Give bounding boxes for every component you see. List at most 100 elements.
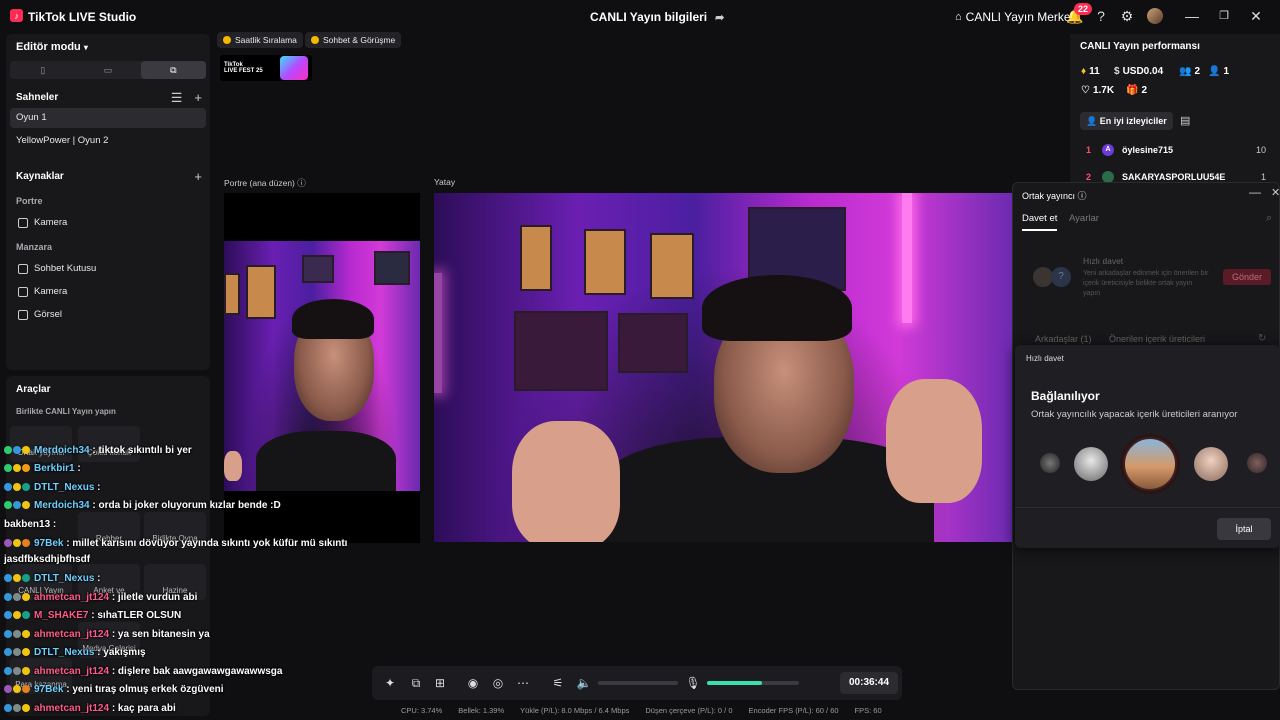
- app-title: TikTok LIVE Studio: [28, 10, 137, 24]
- scene-item[interactable]: Oyun 1: [10, 108, 206, 128]
- cohost-tool-button[interactable]: Ortak yayıncı: [10, 426, 72, 462]
- screen-share-icon[interactable]: ⧉: [408, 675, 424, 691]
- list-icon[interactable]: ☰: [171, 90, 183, 106]
- chat-box-icon: [18, 263, 28, 274]
- info-icon: ⓘ: [297, 178, 306, 188]
- user-badges: [4, 538, 34, 549]
- record-icon[interactable]: ◉: [465, 675, 481, 691]
- editor-mode-label: Editör modu: [16, 41, 81, 53]
- portrait-group-label: Portre: [16, 196, 43, 206]
- portrait-preview[interactable]: [224, 193, 420, 543]
- tab-suggested[interactable]: Önerilen içerik üreticileri: [1109, 334, 1205, 344]
- live-center-button[interactable]: ⌂ CANLI Yayın Merkezi: [955, 10, 1079, 24]
- magic-wand-icon[interactable]: ✦: [382, 675, 398, 691]
- cancel-button[interactable]: İptal: [1217, 518, 1271, 540]
- image-icon: [18, 309, 28, 320]
- chip-label: Saatlik Sıralama: [235, 35, 297, 45]
- add-media-icon[interactable]: ⊞: [432, 675, 448, 691]
- dual-mode-icon[interactable]: ⧉: [140, 61, 206, 79]
- restore-icon[interactable]: ❐: [1216, 8, 1232, 24]
- performance-panel: CANLI Yayın performansı ♦ 11 $ USD0.04 👥 2 …: [1070, 34, 1280, 184]
- chat-message: 97Bek : yeni tıraş olmuş erkek özgüveni: [4, 684, 224, 695]
- connecting-title: Bağlanılıyor: [1031, 389, 1100, 403]
- mic-volume-slider[interactable]: [707, 681, 799, 685]
- stream-info-label: CANLI Yayın bilgileri: [590, 10, 708, 24]
- scene-item[interactable]: YellowPower | Oyun 2: [10, 131, 206, 151]
- user-badges: [4, 500, 34, 511]
- gifts-stat: 🎁 2: [1126, 85, 1148, 96]
- diamonds-stat: ♦ 11: [1081, 66, 1100, 77]
- dialog-header: Hızlı davet: [1026, 354, 1064, 363]
- connecting-subtitle: Ortak yayıncılık yapacak içerik üreticil…: [1031, 409, 1238, 420]
- users-icon: 👥: [1179, 66, 1192, 77]
- send-button[interactable]: Gönder: [1223, 269, 1271, 285]
- poster-image: [246, 265, 276, 319]
- source-item[interactable]: Kamera: [18, 286, 67, 297]
- minimize-icon[interactable]: —: [1184, 8, 1200, 24]
- info-icon: ⓘ: [1077, 191, 1087, 201]
- diamond-icon: ♦: [1081, 66, 1087, 77]
- chat-message: Berkbir1 :: [4, 463, 81, 474]
- poster-image: [224, 273, 240, 315]
- user-badges: [4, 482, 34, 493]
- avatar: [1033, 267, 1053, 287]
- portrait-preview-label: Portre (ana düzen) ⓘ: [224, 178, 306, 188]
- speaker-volume-slider[interactable]: [598, 681, 678, 685]
- person-body: [256, 431, 396, 491]
- neon-light: [434, 273, 442, 393]
- chat-call-chip[interactable]: Sohbet & Görüşme: [305, 32, 402, 48]
- more-icon[interactable]: ⋯: [515, 675, 531, 691]
- avatar: [1247, 453, 1267, 473]
- chat-message: ahmetcan_jt124 : dişlere bak aawgawawgaw…: [4, 666, 282, 677]
- tab-friends[interactable]: Arkadaşlar (1): [1035, 334, 1092, 344]
- landscape-preview[interactable]: [434, 193, 1014, 542]
- sliders-icon[interactable]: ⚟: [550, 675, 566, 691]
- minimize-panel-icon[interactable]: —: [1249, 185, 1261, 199]
- user-badges: [4, 445, 34, 456]
- editor-mode-dropdown[interactable]: Editör modu ▾: [16, 41, 88, 53]
- dollar-icon: $: [1114, 66, 1120, 77]
- source-item[interactable]: Görsel: [18, 309, 62, 320]
- source-item[interactable]: Sohbet Kutusu: [18, 263, 96, 274]
- user-avatar[interactable]: [1147, 8, 1163, 24]
- refresh-icon[interactable]: ↻: [1258, 333, 1266, 344]
- close-icon[interactable]: ✕: [1248, 8, 1264, 24]
- tiktok-logo-icon: ♪: [10, 9, 23, 22]
- chart-icon[interactable]: ▤: [1180, 114, 1190, 127]
- search-icon[interactable]: ⌕: [1266, 212, 1272, 225]
- person-hair: [292, 299, 374, 339]
- chat-message: ahmetcan_jt124 : kaç para abi: [4, 703, 176, 714]
- top-viewers-tab[interactable]: 👤 En iyi izleyiciler: [1080, 112, 1173, 130]
- hourly-ranking-chip[interactable]: Saatlik Sıralama: [217, 32, 303, 48]
- cpu-stat: CPU: 3.74%: [401, 706, 443, 715]
- add-scene-icon[interactable]: +: [194, 90, 202, 106]
- poster-image: [374, 251, 410, 285]
- landscape-preview-label: Yatay: [434, 177, 456, 187]
- stream-info-button[interactable]: CANLI Yayın bilgileri ➦: [590, 10, 724, 24]
- chat-message: bakben13 :: [4, 519, 57, 530]
- tab-settings[interactable]: Ayarlar: [1069, 213, 1099, 224]
- portrait-mode-icon[interactable]: ▯: [10, 61, 75, 79]
- upload-stat: Yükle (P/L): 8.0 Mbps / 6.4 Mbps: [520, 706, 630, 715]
- avatar: [1194, 447, 1228, 481]
- chat-message: DTLT_Nexus :: [4, 482, 101, 493]
- ranking-row[interactable]: 1 A öylesine715 10: [1086, 144, 1266, 156]
- landscape-mode-icon[interactable]: ▭: [75, 61, 140, 79]
- earnings-stat: $ USD0.04: [1114, 66, 1164, 77]
- source-item[interactable]: Kamera: [18, 217, 67, 228]
- replay-icon[interactable]: ◎: [490, 675, 506, 691]
- user-icon: 👤: [1086, 116, 1100, 126]
- microphone-icon[interactable]: 🎙: [685, 675, 701, 691]
- add-source-icon[interactable]: +: [194, 169, 202, 184]
- speaker-icon[interactable]: 🔈: [576, 675, 592, 691]
- livefest-banner[interactable]: TikTok LIVE FEST 25: [220, 55, 312, 81]
- multi-guest-tool-button[interactable]: Çoklu konuk: [78, 426, 140, 462]
- scenes-title: Sahneler: [16, 92, 59, 103]
- gear-icon[interactable]: ⚙: [1119, 8, 1135, 24]
- tab-invite[interactable]: Davet et: [1022, 213, 1058, 231]
- person-hair: [702, 275, 852, 341]
- chat-message: Merdoich34 : tiktok sıkıntılı bi yer: [4, 445, 192, 456]
- close-panel-icon[interactable]: ✕: [1271, 186, 1280, 199]
- scenes-sources-panel: Editör modu ▾ ▯ ▭ ⧉ Sahneler ☰ + Oyun 1 …: [6, 34, 210, 370]
- help-icon[interactable]: ?: [1093, 8, 1109, 24]
